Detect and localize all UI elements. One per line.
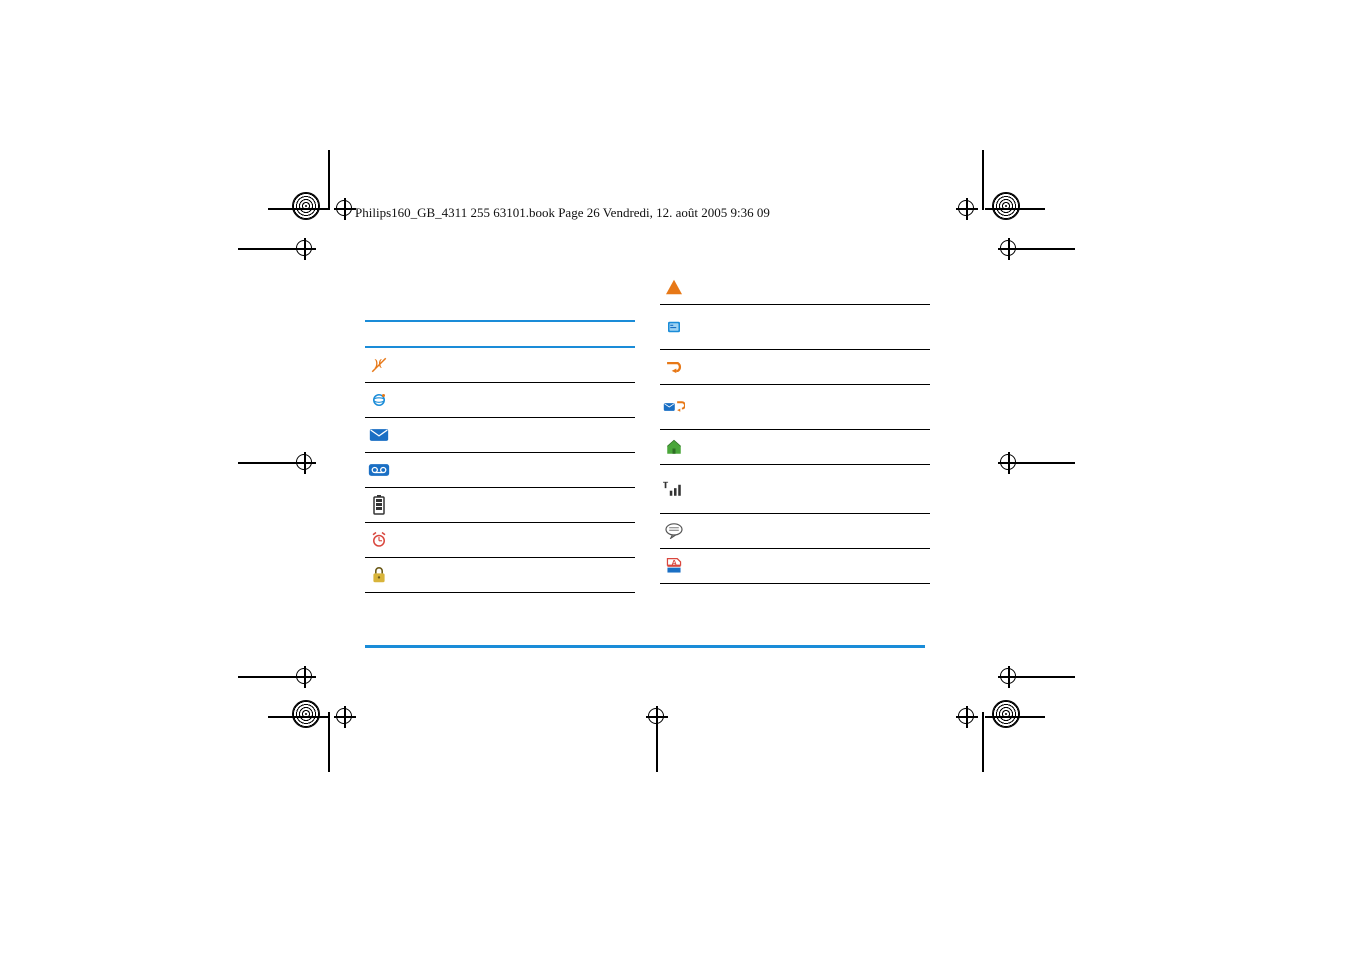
registration-target-icon (1000, 240, 1016, 256)
roaming-triangle-icon (660, 279, 688, 295)
crop-line (268, 208, 328, 210)
sms-full-icon (660, 318, 688, 336)
table-row (660, 305, 930, 350)
registration-target-icon (296, 240, 312, 256)
crop-line (238, 248, 298, 250)
crop-line (1015, 676, 1075, 678)
registration-rosette-icon (292, 192, 320, 220)
crop-line (656, 712, 658, 772)
crop-line (1015, 248, 1075, 250)
print-header: Philips160_GB_4311 255 63101.book Page 2… (355, 205, 770, 221)
registration-rosette-icon (292, 700, 320, 728)
home-zone-icon (660, 438, 688, 456)
crop-line (985, 208, 1045, 210)
crop-line (238, 462, 298, 464)
silent-icon (365, 356, 393, 374)
registration-target-icon (958, 200, 974, 216)
crop-line (328, 150, 330, 210)
table-row (365, 348, 635, 383)
table-row (660, 513, 930, 549)
footer-divider (365, 645, 925, 648)
registration-target-icon (1000, 668, 1016, 684)
memory-full-icon: A (660, 557, 688, 575)
crop-line (1015, 462, 1075, 464)
page-body: A (365, 270, 925, 670)
table-row (365, 558, 635, 593)
crop-line (238, 676, 298, 678)
crop-line (982, 712, 984, 772)
table-row (365, 418, 635, 453)
registration-target-icon (296, 668, 312, 684)
table-row (365, 453, 635, 488)
registration-target-icon (958, 708, 974, 724)
alarm-clock-icon (365, 531, 393, 549)
table-row (660, 270, 930, 305)
keypad-lock-icon (365, 566, 393, 584)
registration-rosette-icon (992, 700, 1020, 728)
table-row (365, 488, 635, 523)
registration-target-icon (296, 454, 312, 470)
gprs-icon (365, 391, 393, 409)
table-row: A (660, 549, 930, 584)
crop-line (328, 712, 330, 772)
registration-target-icon (1000, 454, 1016, 470)
table-row (365, 523, 635, 558)
call-forward-to-mailbox-icon (660, 399, 688, 415)
section-divider (365, 320, 635, 322)
table-row (660, 385, 930, 430)
voice-mail-icon (365, 463, 393, 477)
table-row (660, 430, 930, 465)
sms-chat-icon (660, 523, 688, 539)
crop-line (985, 716, 1045, 718)
table-row (660, 465, 930, 513)
registration-target-icon (336, 200, 352, 216)
registration-rosette-icon (992, 192, 1020, 220)
table-row (365, 383, 635, 418)
registration-target-icon (336, 708, 352, 724)
left-column (365, 270, 635, 593)
crop-line (268, 716, 328, 718)
right-column: A (660, 270, 930, 584)
network-signal-icon (660, 480, 688, 498)
battery-icon (365, 495, 393, 515)
sms-envelope-icon (365, 428, 393, 442)
crop-line (982, 150, 984, 210)
call-forward-unconditional-icon (660, 359, 688, 375)
table-row (660, 350, 930, 385)
